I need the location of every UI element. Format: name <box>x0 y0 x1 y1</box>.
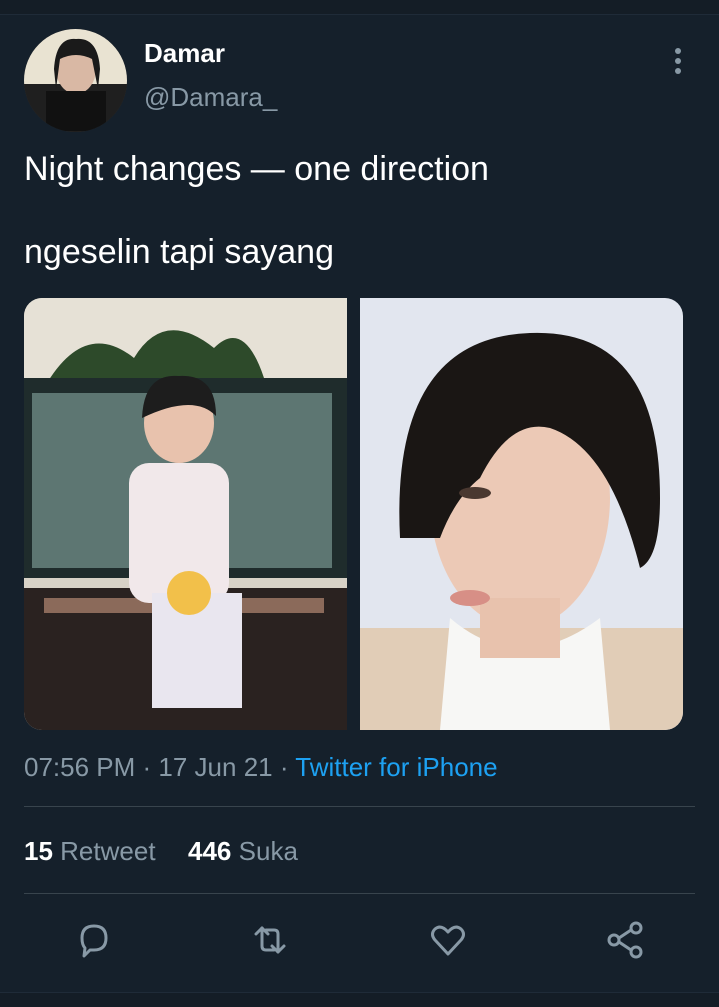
like-label[interactable]: Suka <box>239 836 298 866</box>
tweet-text-line-2: ngeselin tapi sayang <box>24 233 335 271</box>
like-count[interactable]: 446 <box>188 836 231 866</box>
tweet-meta: 07:56 PM · 17 Jun 21 · Twitter for iPhon… <box>24 752 498 783</box>
action-bar <box>0 918 719 968</box>
top-edge <box>0 0 719 15</box>
more-vertical-icon[interactable] <box>664 48 692 80</box>
share-icon[interactable] <box>604 918 648 962</box>
tweet-media[interactable] <box>24 298 683 730</box>
avatar[interactable] <box>24 29 127 132</box>
tweet-time: 07:56 PM <box>24 752 136 782</box>
retweet-label[interactable]: Retweet <box>60 836 155 866</box>
retweet-count[interactable]: 15 <box>24 836 53 866</box>
separator: · <box>272 752 296 782</box>
bottom-edge <box>0 992 719 1007</box>
reply-icon[interactable] <box>72 918 116 962</box>
separator: · <box>135 752 159 782</box>
avatar-image <box>24 29 127 132</box>
divider <box>24 806 695 807</box>
photo-right[interactable] <box>360 298 683 730</box>
user-handle[interactable]: @Damara_ <box>144 82 277 113</box>
tweet-stats: 15 Retweet 446 Suka <box>24 836 298 867</box>
retweet-icon[interactable] <box>248 918 292 962</box>
tweet-date: 17 Jun 21 <box>158 752 273 782</box>
display-name[interactable]: Damar <box>144 38 225 69</box>
tweet-text-line-1: Night changes — one direction <box>24 150 489 188</box>
heart-icon[interactable] <box>426 918 470 962</box>
photo-left[interactable] <box>24 298 347 730</box>
divider <box>24 893 695 894</box>
tweet-source-link[interactable]: Twitter for iPhone <box>295 752 497 782</box>
